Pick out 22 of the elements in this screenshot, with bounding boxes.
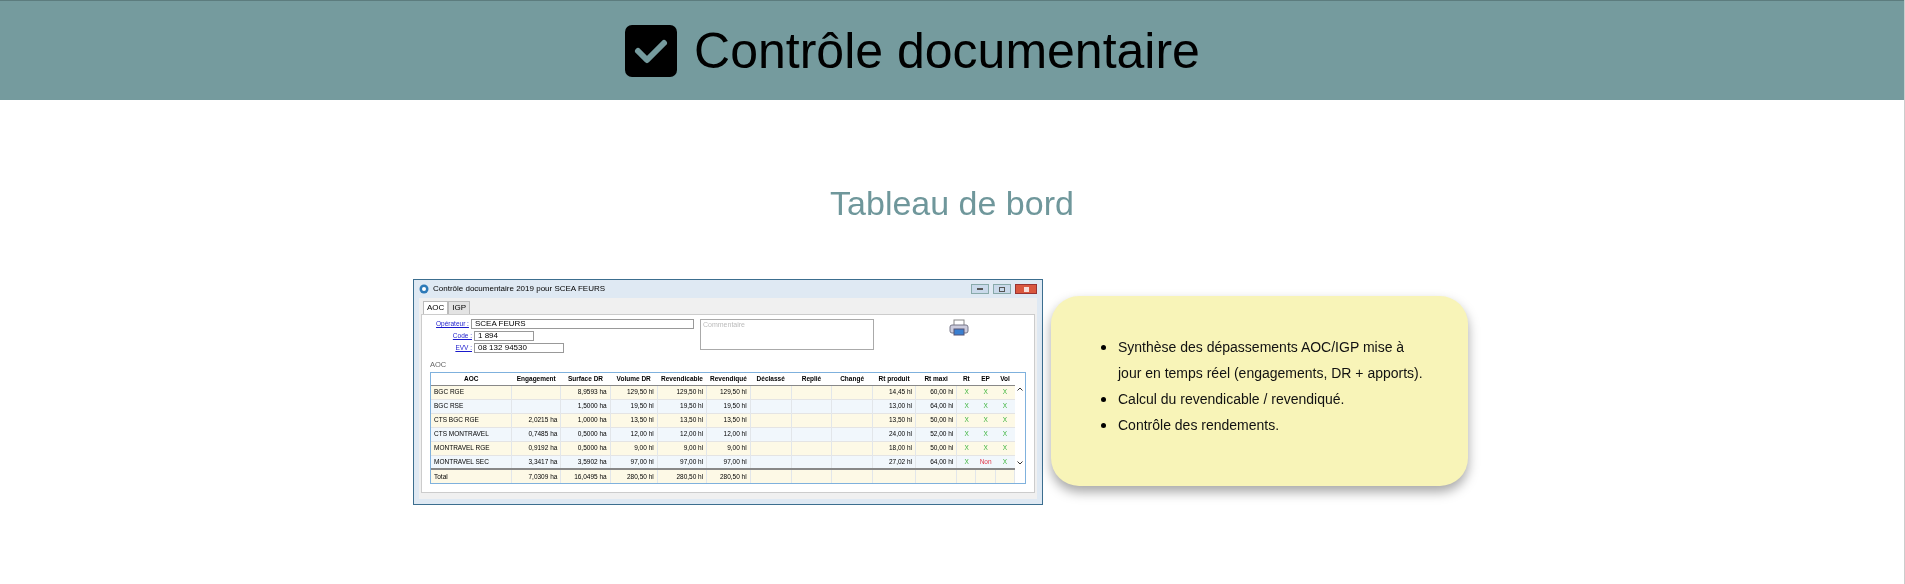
feature-text: Synthèse des dépassements AOC/IGP mise à jour en temps réel (engagements, DR + apports). bbox=[1118, 338, 1424, 383]
tab[interactable]: AOC bbox=[423, 301, 449, 314]
bullet-icon bbox=[1101, 345, 1106, 350]
bullet-icon bbox=[1101, 423, 1106, 428]
scroll-down-icon[interactable] bbox=[1017, 461, 1024, 466]
feature-text: Contrôle des rendements. bbox=[1118, 416, 1280, 435]
close-button[interactable] bbox=[1015, 284, 1037, 294]
input-field[interactable]: 1 894 bbox=[474, 331, 534, 341]
section-title: Tableau de bord bbox=[829, 183, 1075, 224]
window-title: Contrôle documentaire 2019 pour SCEA FEURS bbox=[433, 283, 607, 295]
tab[interactable]: IGP bbox=[448, 301, 471, 314]
scroll-up-icon[interactable] bbox=[1017, 387, 1024, 392]
printer-icon[interactable] bbox=[949, 319, 969, 337]
input-field[interactable]: SCEA FEURS bbox=[470, 319, 694, 329]
maximize-button[interactable] bbox=[993, 284, 1011, 294]
bullet-icon bbox=[1101, 397, 1106, 402]
app-icon bbox=[419, 284, 429, 294]
page-title: Contrôle documentaire bbox=[694, 25, 1200, 76]
minimize-button[interactable] bbox=[971, 284, 989, 294]
input-field[interactable]: 08 132 94530 bbox=[474, 343, 564, 353]
checkbox-icon bbox=[624, 23, 679, 78]
feature-text: Calcul du revendicable / revendiqué. bbox=[1118, 390, 1345, 409]
